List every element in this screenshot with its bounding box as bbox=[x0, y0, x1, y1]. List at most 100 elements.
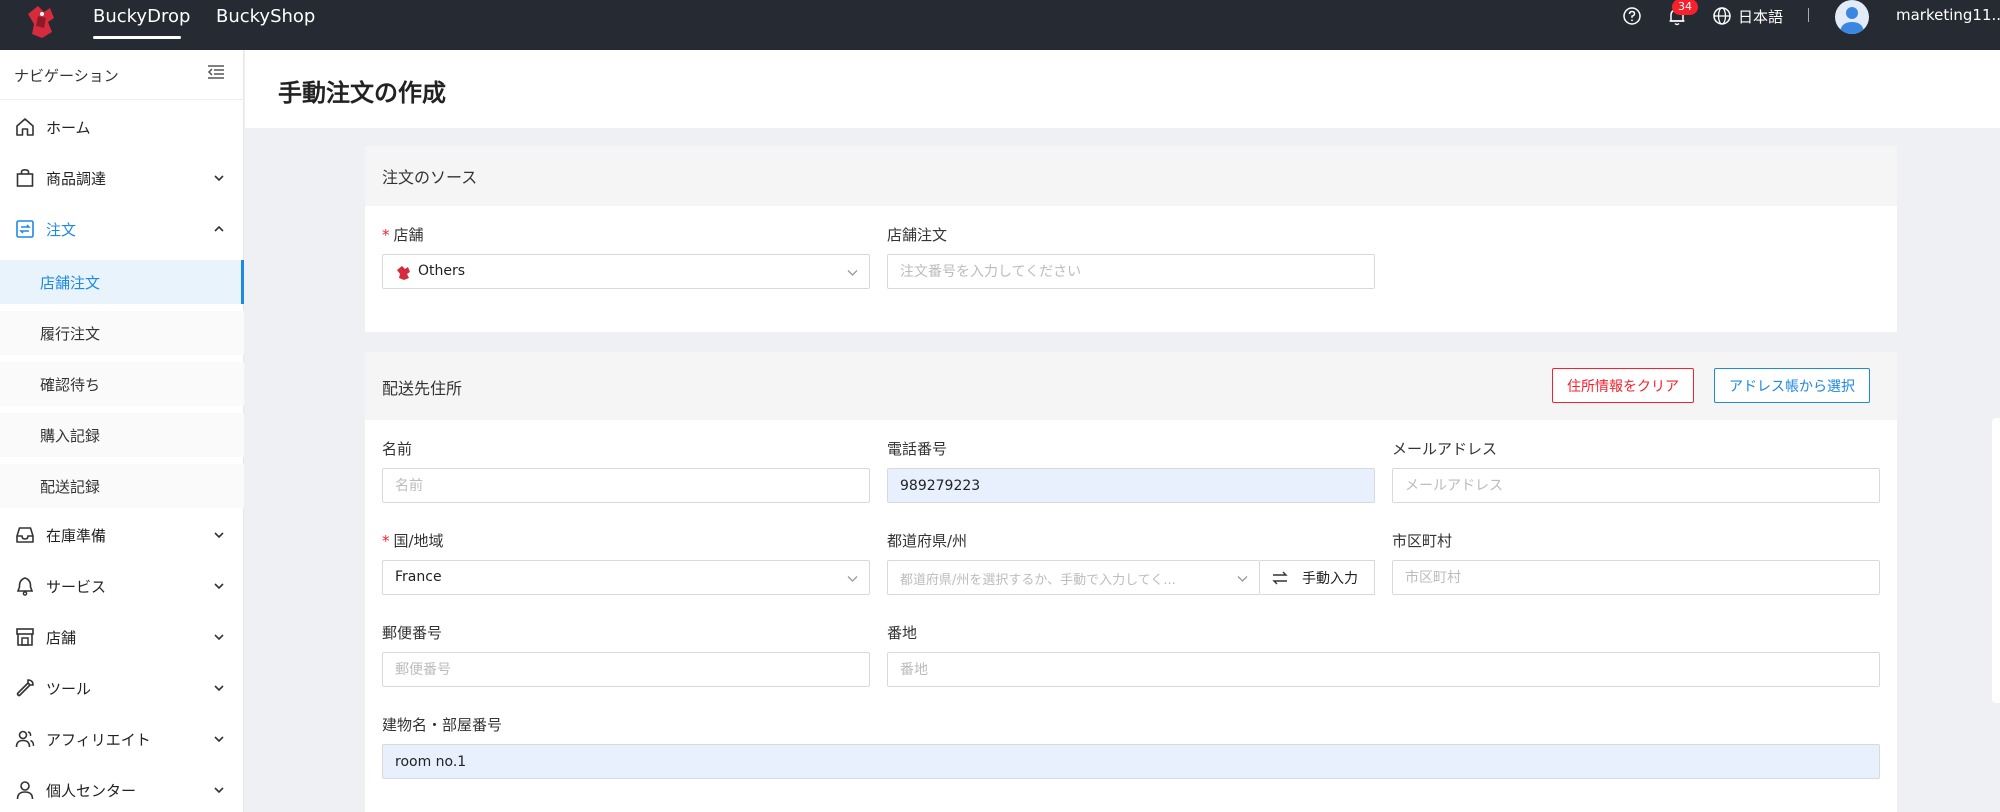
sidebar-subitem-label: 購入記録 bbox=[40, 427, 101, 445]
chevron-down-icon bbox=[214, 634, 224, 641]
inbox-icon bbox=[16, 527, 34, 543]
order-source-title: 注文のソース bbox=[382, 168, 478, 187]
sidebar-item-services[interactable]: サービス bbox=[0, 561, 244, 612]
state-select[interactable]: 都道府県/州を選択するか、手動で入力してく... bbox=[887, 560, 1260, 595]
sidebar-item-label: 店舗 bbox=[46, 629, 77, 647]
sidebar-item-inventory[interactable]: 在庫準備 bbox=[0, 510, 244, 561]
postal-code-label: 郵便番号 bbox=[382, 624, 443, 642]
city-input[interactable] bbox=[1392, 560, 1880, 595]
building-label: 建物名・部屋番号 bbox=[382, 716, 503, 734]
store-label: * 店舗 bbox=[382, 224, 424, 245]
globe-icon[interactable] bbox=[1711, 5, 1733, 27]
help-icon[interactable] bbox=[1621, 5, 1643, 27]
street-label: 番地 bbox=[887, 624, 918, 642]
city-label: 市区町村 bbox=[1392, 532, 1453, 550]
sidebar-item-label: サービス bbox=[46, 578, 107, 596]
collapse-menu-icon[interactable] bbox=[206, 62, 226, 82]
sidebar-item-affiliate[interactable]: アフィリエイト bbox=[0, 714, 244, 765]
sidebar-item-orders[interactable]: 注文 bbox=[0, 204, 244, 255]
state-label: 都道府県/州 bbox=[887, 532, 968, 550]
sidebar-item-personal-center[interactable]: 個人センター bbox=[0, 765, 244, 812]
store-order-label: 店舗注文 bbox=[887, 226, 948, 244]
avatar[interactable] bbox=[1835, 0, 1869, 34]
shipping-address-header: 配送先住所 住所情報をクリア アドレス帳から選択 bbox=[365, 352, 1897, 420]
state-select-placeholder: 都道府県/州を選択するか、手動で入力してく... bbox=[900, 573, 1176, 588]
store-icon bbox=[16, 628, 34, 646]
chevron-up-icon bbox=[214, 225, 224, 232]
sidebar-subitem-purchase-records[interactable]: 購入記録 bbox=[0, 413, 244, 457]
sidebar-item-stores[interactable]: 店舗 bbox=[0, 612, 244, 663]
topbar-divider bbox=[1808, 8, 1809, 22]
language-selector[interactable]: 日本語 bbox=[1738, 6, 1783, 27]
topnav-active-indicator bbox=[93, 36, 181, 39]
store-logo-icon bbox=[397, 266, 410, 280]
order-source-card: 注文のソース * 店舗 Others 店舗注文 bbox=[365, 146, 1897, 332]
shipping-address-title: 配送先住所 bbox=[382, 379, 463, 398]
chevron-down-icon bbox=[847, 576, 858, 582]
name-input[interactable] bbox=[382, 468, 870, 503]
chevron-down-icon bbox=[214, 736, 224, 743]
chevron-down-icon bbox=[847, 270, 858, 276]
sidebar-subitem-label: 履行注文 bbox=[40, 325, 101, 343]
chevron-down-icon bbox=[214, 787, 224, 794]
sidebar-subitem-fulfillment-orders[interactable]: 履行注文 bbox=[0, 311, 244, 355]
store-select-value: Others bbox=[418, 263, 466, 279]
page-title: 手動注文の作成 bbox=[278, 79, 446, 107]
user-icon bbox=[16, 781, 34, 800]
sidebar: ナビゲーション ホーム 商品調達 注文 店舗注文 履行注文 確認待ち 購入記録 … bbox=[0, 50, 244, 812]
sidebar-title: ナビゲーション bbox=[14, 67, 119, 85]
home-icon bbox=[16, 118, 34, 136]
required-mark: * bbox=[382, 226, 390, 244]
order-source-header: 注文のソース bbox=[365, 146, 1897, 206]
store-order-input[interactable] bbox=[887, 254, 1375, 289]
manual-input-button[interactable]: 手動入力 bbox=[1260, 560, 1375, 595]
country-select[interactable]: France bbox=[382, 560, 870, 595]
sidebar-subitem-store-orders[interactable]: 店舗注文 bbox=[0, 260, 244, 304]
notification-badge: 34 bbox=[1672, 0, 1698, 15]
sidebar-item-tools[interactable]: ツール bbox=[0, 663, 244, 714]
building-input[interactable] bbox=[382, 744, 1880, 779]
bell-service-icon bbox=[16, 577, 34, 596]
shipping-address-card: 配送先住所 住所情報をクリア アドレス帳から選択 名前 電話番号 メールアドレス… bbox=[365, 352, 1897, 812]
page-header: 手動注文の作成 bbox=[245, 50, 2000, 128]
postal-code-input[interactable] bbox=[382, 652, 870, 687]
country-label: * 国/地域 bbox=[382, 530, 444, 551]
sidebar-item-label: 注文 bbox=[46, 221, 77, 239]
floating-panel-edge[interactable] bbox=[1992, 418, 2000, 703]
sidebar-subitem-label: 配送記録 bbox=[40, 478, 101, 496]
chevron-down-icon bbox=[214, 685, 224, 692]
street-input[interactable] bbox=[887, 652, 1880, 687]
sidebar-subitem-label: 店舗注文 bbox=[40, 274, 101, 292]
bucky-logo-icon[interactable] bbox=[20, 2, 62, 44]
chevron-down-icon bbox=[214, 583, 224, 590]
sidebar-item-home[interactable]: ホーム bbox=[0, 102, 244, 153]
required-mark: * bbox=[382, 532, 390, 550]
email-input[interactable] bbox=[1392, 468, 1880, 503]
phone-input[interactable] bbox=[887, 468, 1375, 503]
user-name[interactable]: marketing11... bbox=[1896, 6, 2000, 24]
topnav-buckydrop[interactable]: BuckyDrop bbox=[93, 6, 190, 27]
store-select[interactable]: Others bbox=[382, 254, 870, 289]
sidebar-subitem-label: 確認待ち bbox=[40, 376, 101, 394]
sidebar-header: ナビゲーション bbox=[0, 50, 244, 100]
email-label: メールアドレス bbox=[1392, 440, 1498, 458]
chevron-down-icon bbox=[214, 175, 224, 182]
top-bar: BuckyDrop BuckyShop 34 日本語 marketing11..… bbox=[0, 0, 2000, 50]
country-label-text: 国/地域 bbox=[393, 532, 444, 550]
select-from-address-book-button[interactable]: アドレス帳から選択 bbox=[1714, 368, 1870, 403]
topnav-buckyshop[interactable]: BuckyShop bbox=[216, 6, 315, 27]
sidebar-subitem-shipping-records[interactable]: 配送記録 bbox=[0, 464, 244, 508]
wrench-icon bbox=[16, 679, 34, 697]
store-label-text: 店舗 bbox=[393, 226, 424, 244]
sidebar-item-label: 在庫準備 bbox=[46, 527, 107, 545]
sidebar-subitem-pending-confirmation[interactable]: 確認待ち bbox=[0, 362, 244, 406]
sidebar-item-procurement[interactable]: 商品調達 bbox=[0, 153, 244, 204]
name-label: 名前 bbox=[382, 440, 413, 458]
clear-address-button[interactable]: 住所情報をクリア bbox=[1552, 368, 1694, 403]
swap-arrows-icon bbox=[1272, 571, 1288, 585]
sidebar-item-label: ホーム bbox=[46, 119, 91, 137]
sidebar-item-label: 商品調達 bbox=[46, 170, 107, 188]
chevron-down-icon bbox=[214, 532, 224, 539]
user-avatar-icon bbox=[1840, 7, 1864, 34]
sidebar-item-label: ツール bbox=[46, 680, 92, 698]
